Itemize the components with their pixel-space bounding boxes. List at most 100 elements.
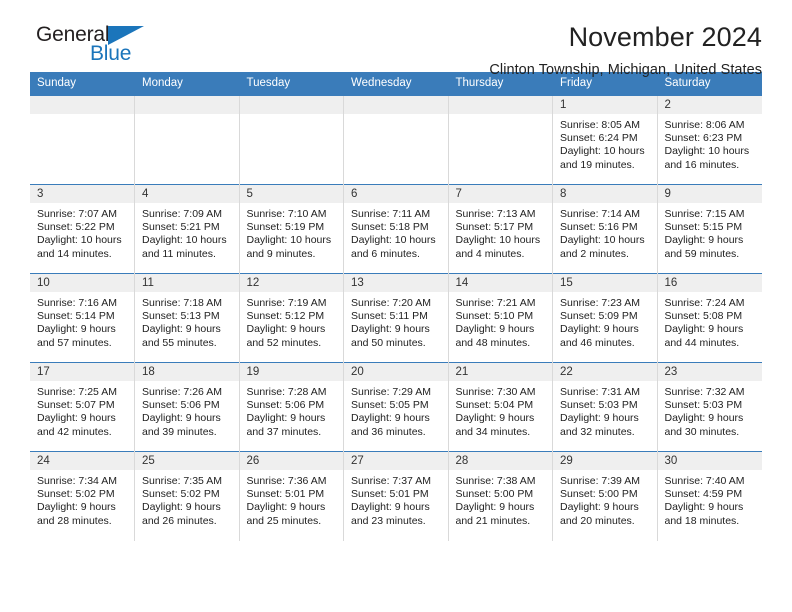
day-number [344,96,448,114]
day-details: Sunrise: 7:19 AM Sunset: 5:12 PM Daylight:… [240,292,344,350]
day-number: 10 [30,274,134,292]
calendar-day-cell[interactable]: 4 Sunrise: 7:09 AM Sunset: 5:21 PM Daylight… [134,184,240,274]
day-number: 21 [448,363,552,381]
calendar-day-cell[interactable]: 5 Sunrise: 7:10 AM Sunset: 5:19 PM Daylight… [239,184,344,274]
calendar-day-cell[interactable]: 10 Sunrise: 7:16 AM Sunset: 5:14 PM Dayligh… [30,273,135,363]
daylight-line-cont: and 50 minutes. [351,336,426,349]
sunset-line: Sunset: 6:23 PM [664,132,743,145]
day-number: 15 [553,274,657,292]
calendar-day-cell[interactable]: 23 Sunrise: 7:32 AM Sunset: 5:03 PM Dayligh… [657,362,762,452]
calendar-day-cell[interactable]: 19 Sunrise: 7:28 AM Sunset: 5:06 PM Dayligh… [239,362,344,452]
sunrise-line: Sunrise: 7:36 AM [246,475,327,487]
calendar-empty-cell [343,95,449,185]
daylight-line-cont: and 26 minutes. [142,514,217,527]
daylight-line-cont: and 37 minutes. [246,425,322,438]
calendar-day-cell[interactable]: 11 Sunrise: 7:18 AM Sunset: 5:13 PM Dayligh… [134,273,240,363]
daylight-line: Daylight: 9 hours [246,412,326,425]
day-details: Sunrise: 7:11 AM Sunset: 5:18 PM Daylight:… [344,203,448,261]
day-details: Sunrise: 7:40 AM Sunset: 4:59 PM Daylight:… [658,470,762,528]
sunrise-line: Sunrise: 7:31 AM [560,386,640,398]
calendar-day-cell[interactable]: 3 Sunrise: 7:07 AM Sunset: 5:22 PM Daylight… [30,184,135,274]
sunset-line: Sunset: 5:00 PM [455,488,534,501]
calendar-day-cell[interactable]: 17 Sunrise: 7:25 AM Sunset: 5:07 PM Dayligh… [30,362,135,452]
day-details: Sunrise: 8:06 AM Sunset: 6:23 PM Daylight:… [658,114,762,172]
day-details: Sunrise: 7:31 AM Sunset: 5:03 PM Daylight:… [553,381,657,439]
day-number: 25 [135,452,239,470]
daylight-line: Daylight: 9 hours [37,323,116,336]
day-details: Sunrise: 7:21 AM Sunset: 5:10 PM Daylight:… [449,292,553,350]
calendar-day-cell[interactable]: 1 Sunrise: 8:05 AM Sunset: 6:24 PM Daylight… [552,95,658,185]
day-details [344,114,448,119]
day-details: Sunrise: 7:24 AM Sunset: 5:08 PM Daylight:… [658,292,762,350]
calendar-week-row: 17 Sunrise: 7:25 AM Sunset: 5:07 PM Dayligh… [30,362,762,452]
daylight-line: Daylight: 9 hours [37,501,116,514]
sunset-line: Sunset: 5:11 PM [351,310,428,323]
calendar-day-cell[interactable]: 28 Sunrise: 7:38 AM Sunset: 5:00 PM Dayligh… [448,451,553,541]
calendar-day-cell[interactable]: 7 Sunrise: 7:13 AM Sunset: 5:17 PM Daylight… [448,184,553,274]
calendar-day-cell[interactable]: 18 Sunrise: 7:26 AM Sunset: 5:06 PM Dayligh… [134,362,240,452]
daylight-line: Daylight: 10 hours [246,234,332,247]
calendar-day-cell[interactable]: 21 Sunrise: 7:30 AM Sunset: 5:04 PM Dayligh… [448,362,553,452]
daylight-line-cont: and 44 minutes. [664,336,740,349]
calendar-day-cell[interactable]: 22 Sunrise: 7:31 AM Sunset: 5:03 PM Dayligh… [552,362,658,452]
calendar-day-cell[interactable]: 30 Sunrise: 7:40 AM Sunset: 4:59 PM Dayligh… [657,451,762,541]
daylight-line-cont: and 57 minutes. [37,336,112,349]
calendar-week-row: 10 Sunrise: 7:16 AM Sunset: 5:14 PM Dayligh… [30,273,762,363]
calendar-day-cell[interactable]: 8 Sunrise: 7:14 AM Sunset: 5:16 PM Daylight… [552,184,658,274]
calendar-day-cell[interactable]: 16 Sunrise: 7:24 AM Sunset: 5:08 PM Dayligh… [657,273,762,363]
sunrise-line: Sunrise: 7:23 AM [560,297,640,309]
day-details: Sunrise: 7:37 AM Sunset: 5:01 PM Daylight:… [344,470,448,528]
daylight-line-cont: and 52 minutes. [246,336,322,349]
day-details: Sunrise: 7:29 AM Sunset: 5:05 PM Daylight:… [344,381,448,439]
daylight-line-cont: and 46 minutes. [560,336,635,349]
sunrise-line: Sunrise: 7:38 AM [455,475,536,487]
daylight-line-cont: and 30 minutes. [664,425,740,438]
calendar-day-cell[interactable]: 9 Sunrise: 7:15 AM Sunset: 5:15 PM Daylight… [657,184,762,274]
sunrise-line: Sunrise: 7:30 AM [455,386,536,398]
daylight-line: Daylight: 9 hours [351,412,430,425]
sunrise-line: Sunrise: 7:40 AM [664,475,745,487]
day-number: 28 [448,452,552,470]
calendar-day-cell[interactable]: 20 Sunrise: 7:29 AM Sunset: 5:05 PM Dayligh… [343,362,449,452]
calendar-day-cell[interactable]: 6 Sunrise: 7:11 AM Sunset: 5:18 PM Daylight… [343,184,449,274]
day-details: Sunrise: 7:35 AM Sunset: 5:02 PM Daylight:… [135,470,239,528]
daylight-line: Daylight: 10 hours [142,234,227,247]
calendar-day-cell[interactable]: 13 Sunrise: 7:20 AM Sunset: 5:11 PM Dayligh… [343,273,449,363]
calendar-day-cell[interactable]: 15 Sunrise: 7:23 AM Sunset: 5:09 PM Dayligh… [552,273,658,363]
calendar-day-cell[interactable]: 26 Sunrise: 7:36 AM Sunset: 5:01 PM Dayligh… [239,451,344,541]
daylight-line-cont: and 55 minutes. [142,336,217,349]
day-details [240,114,344,119]
daylight-line: Daylight: 9 hours [560,323,639,336]
calendar-day-cell[interactable]: 25 Sunrise: 7:35 AM Sunset: 5:02 PM Dayligh… [134,451,240,541]
daylight-line: Daylight: 9 hours [142,323,221,336]
sunrise-line: Sunrise: 8:06 AM [664,119,745,131]
calendar-day-cell[interactable]: 2 Sunrise: 8:06 AM Sunset: 6:23 PM Daylight… [657,95,762,185]
day-number: 8 [553,185,657,203]
sunset-line: Sunset: 5:12 PM [246,310,325,323]
day-number: 17 [30,363,134,381]
sunrise-line: Sunrise: 7:20 AM [351,297,431,309]
day-details [30,114,134,119]
daylight-line-cont: and 28 minutes. [37,514,112,527]
calendar-day-cell[interactable]: 27 Sunrise: 7:37 AM Sunset: 5:01 PM Dayligh… [343,451,449,541]
calendar-day-cell[interactable]: 24 Sunrise: 7:34 AM Sunset: 5:02 PM Dayligh… [30,451,135,541]
day-number [239,96,343,114]
daylight-line-cont: and 48 minutes. [455,336,531,349]
calendar-day-cell[interactable]: 29 Sunrise: 7:39 AM Sunset: 5:00 PM Dayligh… [552,451,658,541]
day-details: Sunrise: 7:23 AM Sunset: 5:09 PM Daylight:… [553,292,657,350]
calendar-day-cell[interactable]: 12 Sunrise: 7:19 AM Sunset: 5:12 PM Dayligh… [239,273,344,363]
page-title: November 2024 [568,22,762,52]
calendar-day-cell[interactable]: 14 Sunrise: 7:21 AM Sunset: 5:10 PM Dayligh… [448,273,553,363]
day-number: 12 [239,274,343,292]
day-number: 30 [657,452,762,470]
daylight-line-cont: and 39 minutes. [142,425,217,438]
sunrise-line: Sunrise: 7:39 AM [560,475,640,487]
daylight-line: Daylight: 9 hours [246,501,326,514]
day-details: Sunrise: 7:20 AM Sunset: 5:11 PM Daylight:… [344,292,448,350]
sunrise-line: Sunrise: 7:35 AM [142,475,222,487]
sunrise-line: Sunrise: 7:21 AM [455,297,536,309]
sunset-line: Sunset: 5:03 PM [664,399,743,412]
day-details: Sunrise: 7:36 AM Sunset: 5:01 PM Daylight:… [240,470,344,528]
generalblue-logo[interactable]: General Blue [30,22,160,78]
sunrise-line: Sunrise: 7:11 AM [351,208,431,220]
